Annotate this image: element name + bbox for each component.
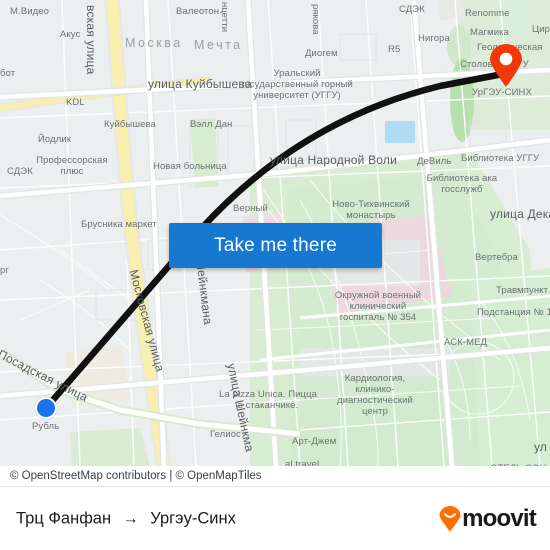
moovit-pin-icon — [439, 506, 461, 532]
destination-marker[interactable] — [489, 44, 523, 88]
map-canvas[interactable]: М.ВидеоАкусВалеотонСДЭКRenommeЦиркМагмик… — [0, 0, 550, 466]
route-origin-label: Трц Фанфан — [16, 509, 112, 528]
route-destination-label: Ургэу-Синх — [150, 509, 236, 528]
route-summary: Трц Фанфан → Ургэу-Синх — [16, 510, 236, 529]
footer-bar: Трц Фанфан → Ургэу-Синх moovit — [0, 486, 550, 550]
attribution-text: © OpenStreetMap contributors | © OpenMap… — [10, 470, 262, 482]
moovit-wordmark: moovit — [462, 505, 537, 532]
take-me-there-button[interactable]: Take me there — [169, 223, 382, 268]
map-attribution: © OpenStreetMap contributors | © OpenMap… — [0, 466, 550, 486]
arrow-right-icon: → — [122, 510, 139, 528]
origin-marker[interactable] — [35, 397, 57, 419]
moovit-logo[interactable]: moovit — [439, 505, 537, 533]
moovit-route-screen: М.ВидеоАкусВалеотонСДЭКRenommeЦиркМагмик… — [0, 0, 550, 550]
